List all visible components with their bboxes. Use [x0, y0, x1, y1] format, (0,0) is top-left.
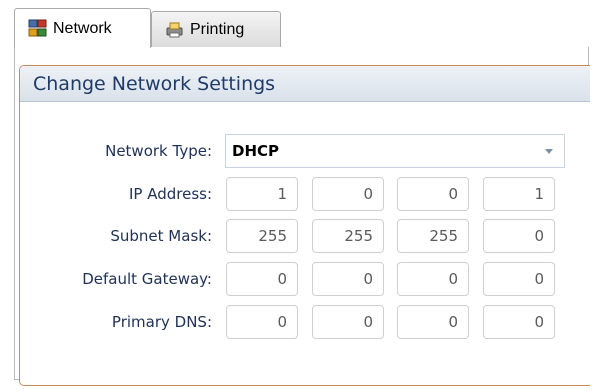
network-settings-group: Change Network Settings Network Type: DH… [19, 65, 590, 386]
subnet-mask-row: Subnet Mask: 255 255 255 0 [20, 219, 591, 253]
network-type-row: Network Type: DHCP [20, 134, 591, 168]
primary-dns-octet-2[interactable]: 0 [312, 305, 384, 339]
ip-address-octet-4[interactable]: 1 [483, 177, 555, 211]
subnet-mask-label: Subnet Mask: [110, 227, 212, 245]
primary-dns-row: Primary DNS: 0 0 0 0 [20, 305, 591, 339]
network-type-value: DHCP [232, 142, 280, 160]
ip-address-octet-2[interactable]: 0 [312, 177, 384, 211]
ip-address-row: IP Address: 1 0 0 1 [20, 177, 591, 211]
default-gateway-octet-3[interactable]: 0 [397, 262, 469, 296]
default-gateway-octet-4[interactable]: 0 [483, 262, 555, 296]
printer-icon [165, 20, 184, 39]
ip-address-label: IP Address: [128, 185, 212, 203]
network-type-label: Network Type: [105, 142, 212, 160]
ip-address-octet-3[interactable]: 0 [397, 177, 469, 211]
tab-printing-label: Printing [190, 20, 245, 38]
primary-dns-octet-1[interactable]: 0 [226, 305, 298, 339]
subnet-mask-octet-2[interactable]: 255 [312, 219, 384, 253]
tab-content-panel: Change Network Settings Network Type: DH… [14, 47, 590, 386]
tab-network[interactable]: Network [14, 8, 151, 48]
ip-address-octet-1[interactable]: 1 [226, 177, 298, 211]
tab-network-label: Network [53, 19, 112, 37]
default-gateway-octet-2[interactable]: 0 [312, 262, 384, 296]
tab-bar: Network Printing [14, 8, 589, 48]
primary-dns-octet-3[interactable]: 0 [397, 305, 469, 339]
default-gateway-octet-1[interactable]: 0 [226, 262, 298, 296]
network-type-select[interactable]: DHCP [225, 134, 565, 168]
subnet-mask-octet-3[interactable]: 255 [397, 219, 469, 253]
subnet-mask-octet-4[interactable]: 0 [483, 219, 555, 253]
default-gateway-label: Default Gateway: [82, 270, 212, 288]
primary-dns-octet-4[interactable]: 0 [483, 305, 555, 339]
chevron-down-icon [545, 149, 553, 154]
primary-dns-label: Primary DNS: [111, 313, 212, 331]
group-title: Change Network Settings [20, 66, 590, 102]
default-gateway-row: Default Gateway: 0 0 0 0 [20, 262, 591, 296]
tab-printing[interactable]: Printing [151, 11, 281, 47]
network-icon [28, 19, 47, 38]
subnet-mask-octet-1[interactable]: 255 [226, 219, 298, 253]
